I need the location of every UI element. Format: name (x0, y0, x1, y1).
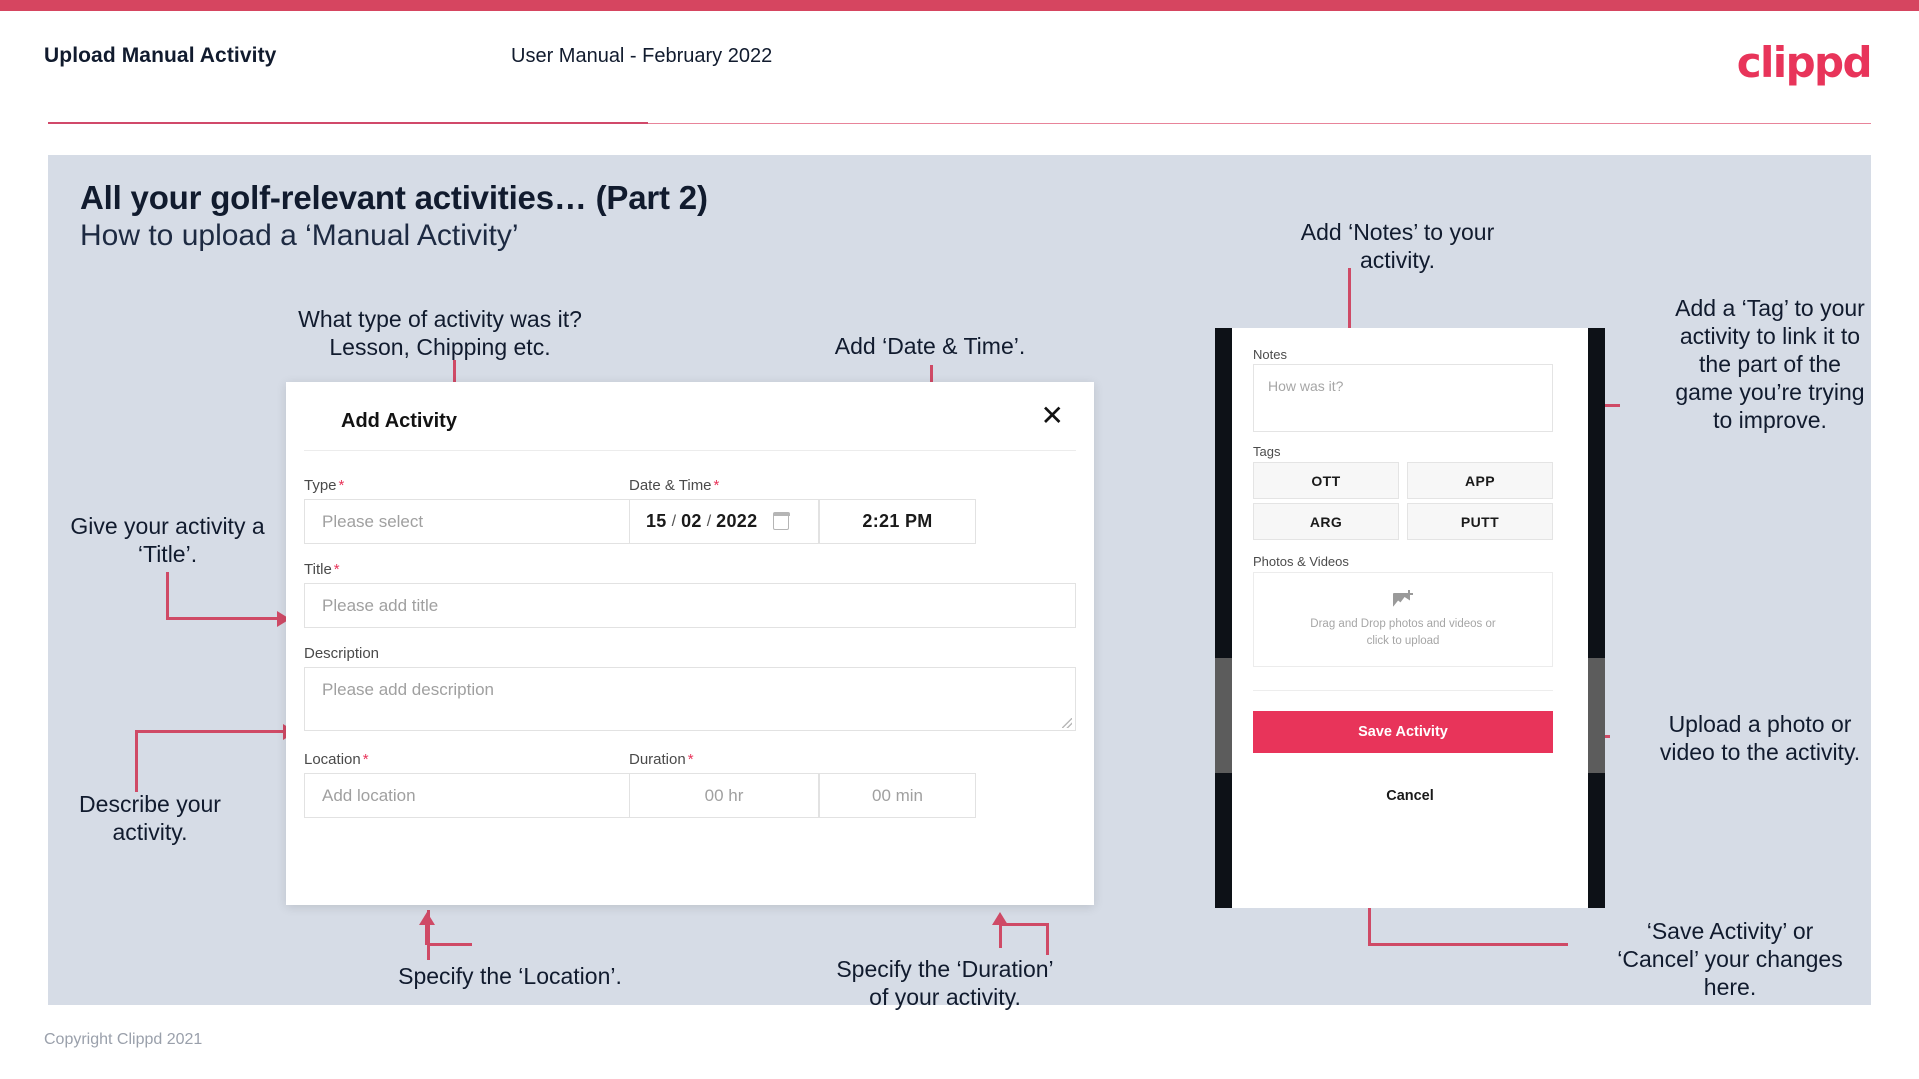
duration-minutes-placeholder: 00 min (871, 785, 924, 805)
phone-bezel-right (1588, 328, 1605, 908)
annotation-description: Describe your activity. (79, 791, 221, 846)
title-input[interactable]: Please add title (304, 583, 1076, 628)
arrow-duration (992, 912, 1008, 925)
add-photo-icon (1393, 589, 1413, 607)
connector-desc-h (135, 730, 287, 733)
save-activity-button[interactable]: Save Activity (1253, 711, 1553, 753)
type-placeholder: Please select (322, 511, 424, 531)
date-sep-1: / (671, 512, 677, 530)
connector-loc-h (427, 943, 472, 946)
title-required-mark: * (333, 561, 340, 578)
cancel-button[interactable]: Cancel (1232, 788, 1588, 804)
title-placeholder: Please add title (322, 595, 439, 615)
title-label: Title * (304, 561, 340, 578)
time-input[interactable]: 2:21 PM (819, 499, 976, 544)
annotation-location: Specify the ‘Location’. (398, 963, 622, 989)
annotation-type: What type of activity was it? Lesson, Ch… (298, 306, 582, 361)
annotation-tags: Add a ‘Tag’ to your activity to link it … (1675, 295, 1865, 434)
date-sep-2: / (706, 512, 712, 530)
clippd-logo: clippd (1736, 38, 1873, 87)
phone-mockup: Notes How was it? Tags OTT APP ARG PUTT … (1215, 328, 1605, 908)
header-left-title: Upload Manual Activity (44, 44, 277, 67)
annotation-duration: Specify the ‘Duration’ of your activity. (836, 956, 1054, 1011)
header-rule-dark (48, 122, 648, 124)
datetime-label: Date & Time * (629, 477, 720, 494)
dropzone-line-1: Drag and Drop photos and videos or (1310, 617, 1496, 630)
photo-dropzone[interactable]: Drag and Drop photos and videos or click… (1253, 572, 1553, 667)
date-day: 15 (646, 511, 667, 531)
date-year: 2022 (716, 511, 758, 531)
add-activity-modal: Add Activity ✕ Type * Please select Date … (286, 382, 1094, 905)
tag-button-putt[interactable]: PUTT (1407, 503, 1553, 540)
date-month: 02 (681, 511, 702, 531)
notes-label: Notes (1253, 347, 1287, 362)
resize-grip-icon[interactable] (1062, 718, 1072, 728)
location-input[interactable]: Add location (304, 773, 676, 818)
phone-bezel-left (1215, 328, 1232, 908)
modal-title: Add Activity (341, 410, 457, 432)
description-placeholder: Please add description (322, 680, 495, 699)
connector-title-h (166, 617, 279, 620)
slide-page: Upload Manual Activity User Manual - Feb… (0, 0, 1919, 1079)
annotation-notes: Add ‘Notes’ to your activity. (1300, 219, 1495, 274)
location-label: Location * (304, 751, 369, 768)
notes-input[interactable]: How was it? (1253, 364, 1553, 432)
calendar-icon[interactable] (772, 512, 791, 530)
time-value: 2:21 PM (862, 511, 933, 531)
modal-divider (304, 450, 1076, 451)
phone-screen: Notes How was it? Tags OTT APP ARG PUTT … (1232, 328, 1588, 908)
annotation-save-cancel: ‘Save Activity’ or ‘Cancel’ your changes… (1617, 918, 1843, 1001)
photos-label: Photos & Videos (1253, 554, 1349, 569)
close-icon[interactable]: ✕ (1041, 402, 1064, 430)
connector-loc-v1 (425, 925, 428, 945)
annotation-datetime: Add ‘Date & Time’. (834, 333, 1026, 359)
datetime-required-mark: * (713, 477, 720, 494)
connector-dur-v2 (1046, 923, 1049, 955)
top-accent-bar (0, 0, 1919, 11)
page-title: All your golf-relevant activities… (Part… (80, 179, 708, 216)
phone-divider (1253, 690, 1553, 691)
duration-hours-input[interactable]: 00 hr (629, 773, 819, 818)
tag-button-ott[interactable]: OTT (1253, 462, 1399, 499)
type-label: Type * (304, 477, 345, 494)
description-label: Description (304, 645, 380, 662)
phone-button-right (1588, 658, 1605, 773)
type-select[interactable]: Please select (304, 499, 676, 544)
duration-label: Duration * (629, 751, 694, 768)
connector-title-v (166, 572, 169, 620)
duration-hours-placeholder: 00 hr (704, 785, 744, 805)
annotation-photos: Upload a photo or video to the activity. (1659, 711, 1861, 766)
phone-button-left (1215, 658, 1232, 773)
date-input[interactable]: 15 / 02 / 2022 (629, 499, 819, 544)
description-textarea[interactable]: Please add description (304, 667, 1076, 731)
header-center-title: User Manual - February 2022 (511, 45, 773, 67)
duration-required-mark: * (687, 751, 694, 768)
annotation-title: Give your activity a ‘Title’. (70, 513, 265, 568)
connector-save-h (1368, 943, 1568, 946)
notes-placeholder: How was it? (1268, 378, 1344, 394)
copyright-text: Copyright Clippd 2021 (44, 1031, 203, 1048)
arrow-location (419, 912, 435, 925)
connector-desc-v (135, 730, 138, 792)
duration-minutes-input[interactable]: 00 min (819, 773, 976, 818)
location-required-mark: * (362, 751, 369, 768)
dropzone-line-2: click to upload (1366, 634, 1440, 647)
tag-button-arg[interactable]: ARG (1253, 503, 1399, 540)
tag-button-app[interactable]: APP (1407, 462, 1553, 499)
type-required-mark: * (338, 477, 345, 494)
page-subtitle: How to upload a ‘Manual Activity’ (80, 219, 519, 252)
tags-label: Tags (1253, 444, 1281, 459)
connector-notes-v1 (1348, 268, 1351, 334)
location-placeholder: Add location (322, 785, 416, 805)
connector-dur-v1 (999, 925, 1002, 948)
